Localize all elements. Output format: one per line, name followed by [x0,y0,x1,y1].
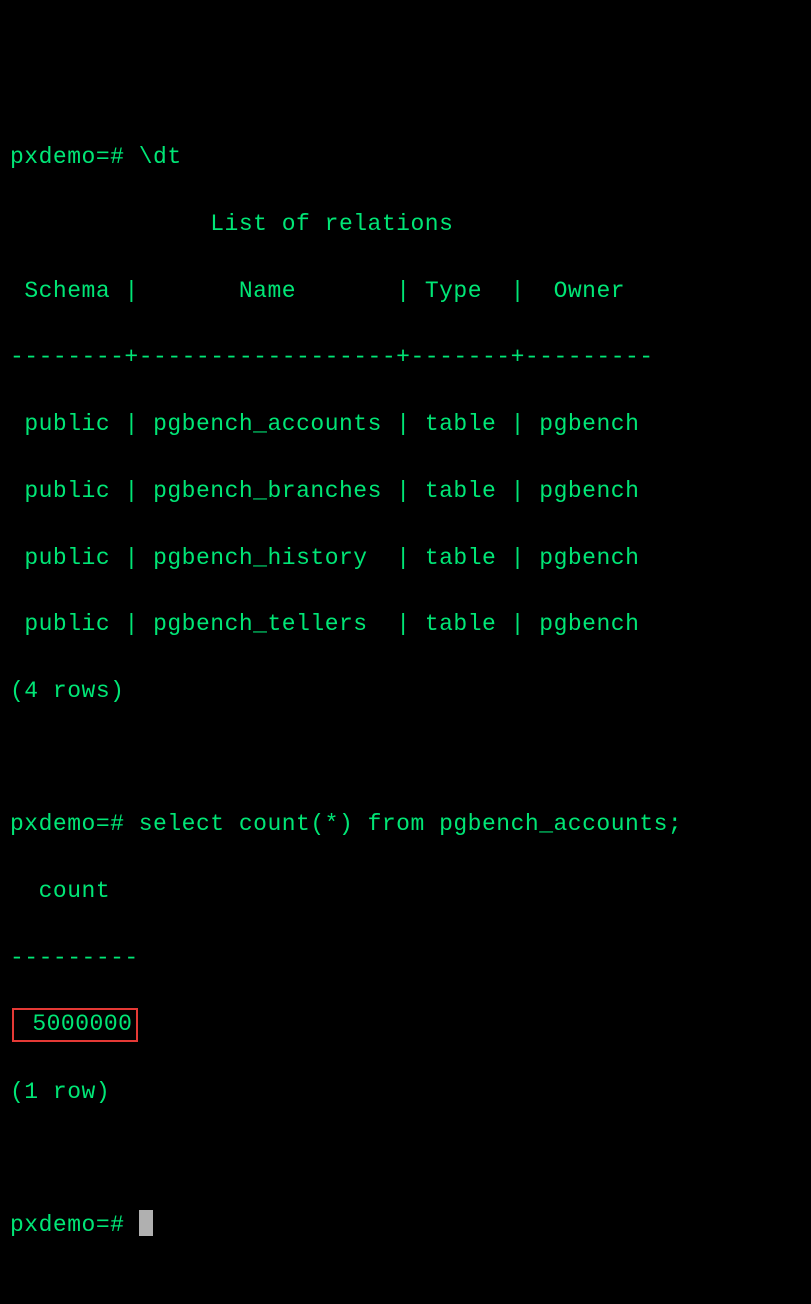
header-owner: Owner [554,278,626,304]
command-dt: \dt [139,144,182,170]
header-schema: Schema [24,278,110,304]
table-row: public | pgbench_tellers | table | pgben… [10,608,801,641]
blank-line [10,1142,801,1175]
count-header: count [39,878,111,904]
row-count: (4 rows) [10,675,801,708]
table-row: public | pgbench_branches | table | pgbe… [10,475,801,508]
count-value-line: 5000000 [10,1008,801,1042]
count-separator: --------- [10,942,801,975]
count-value-highlighted: 5000000 [12,1008,138,1042]
prompt-line-3[interactable]: pxdemo=# [10,1209,801,1242]
relations-separator: --------+------------------+-------+----… [10,341,801,374]
blank-line [10,742,801,775]
relations-title: List of relations [210,211,453,237]
table-row: public | pgbench_accounts | table | pgbe… [10,408,801,441]
count-header-line: count [10,875,801,908]
table-row: public | pgbench_history | table | pgben… [10,542,801,575]
cursor [139,1210,153,1236]
prompt: pxdemo=# [10,1212,124,1238]
prompt-line-2[interactable]: pxdemo=# select count(*) from pgbench_ac… [10,808,801,841]
relations-header-line: Schema | Name | Type | Owner [10,275,801,308]
count-value: 5000000 [32,1011,132,1037]
header-name: Name [239,278,296,304]
header-type: Type [425,278,482,304]
command-count: select count(*) from pgbench_accounts; [139,811,683,837]
count-row-count: (1 row) [10,1076,801,1109]
prompt: pxdemo=# [10,144,124,170]
prompt-line-1[interactable]: pxdemo=# \dt [10,141,801,174]
prompt: pxdemo=# [10,811,124,837]
relations-title-line: List of relations [10,208,801,241]
